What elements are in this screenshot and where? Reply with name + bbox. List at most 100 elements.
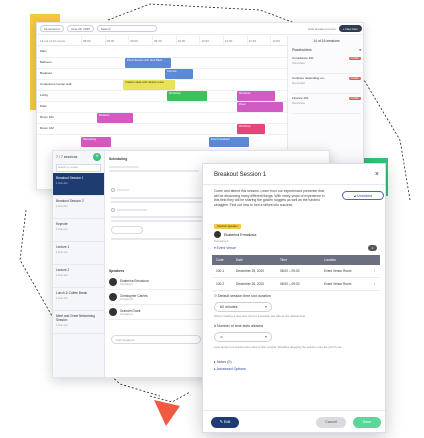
session-slots: 1 time slot xyxy=(56,324,68,327)
table-row[interactable]: 100-2 December 26, 2020 08:00 – 09:00 Event… xyxy=(212,278,380,291)
table-row[interactable]: 100-1 December 25, 2020 08:00 – 09:00 Event… xyxy=(212,265,380,278)
session-list-item[interactable]: Breakout Session 1 1 time slot xyxy=(53,173,104,196)
session-list-item[interactable]: Lecture 1 1 time slot xyxy=(53,242,104,265)
scheduled-event[interactable]: Workshop xyxy=(167,91,207,101)
slots-allowed-text: Number of time slots allowed xyxy=(217,324,264,328)
scheduled-event[interactable]: Breakout xyxy=(97,113,133,123)
chevron-down-icon: ▾ xyxy=(264,334,267,339)
notes-toggle[interactable]: ▸ Notes (0) xyxy=(214,360,232,364)
event-venue-label: Event Venue xyxy=(216,246,236,250)
modal-title: Breakout Session 1 xyxy=(214,172,267,178)
event-venue-toggle[interactable]: ▾ Event Venue xyxy=(214,246,236,250)
session-list-item[interactable]: Breakout Session 2 1 time slot xyxy=(53,196,104,219)
chevron-down-icon: ▾ xyxy=(359,48,361,52)
session-name: Lecture 2 xyxy=(56,268,70,272)
col-date: Date xyxy=(236,258,243,262)
filter-sessions[interactable]: All sessions xyxy=(40,25,64,32)
slots-allowed-value: ∞ xyxy=(220,335,223,339)
time-column-header: 09:00 xyxy=(128,36,152,45)
session-name: Lunch & Coffee Break xyxy=(56,291,88,295)
edit-label: Edit xyxy=(223,420,231,424)
speakers-heading: Speakers xyxy=(109,269,125,273)
time-slot-table: Code Date Time Location 100-1 December 25… xyxy=(212,255,380,291)
slots-allowed-help: Limit amount of session time slots to th… xyxy=(214,345,343,349)
speaker-entry[interactable]: Ekaterina Ermakova xyxy=(214,231,256,238)
chevron-right-icon[interactable]: › xyxy=(374,282,380,286)
room-row[interactable]: Room 101 xyxy=(37,113,287,124)
advanced-options-label: Advanced Options xyxy=(216,367,246,371)
radio-icon xyxy=(111,188,115,192)
room-name: Room 101 xyxy=(40,115,54,119)
session-name: Breakout Session 1 xyxy=(56,176,84,180)
cell-code: 100-2 xyxy=(216,282,225,286)
cell-location: Event Venue Room xyxy=(324,269,352,273)
session-list-item[interactable]: Meet and Greet Networking Session 1 time … xyxy=(53,311,104,334)
avatar xyxy=(214,231,221,238)
room-name: Room 102 xyxy=(40,126,54,130)
scheduled-event[interactable]: Panel Session with Jane Black xyxy=(125,58,171,68)
scheduled-event[interactable]: Panel xyxy=(237,102,283,112)
session-slots: 1 time slot xyxy=(56,297,68,300)
hide-breakout-toggle[interactable]: Hide breakout rooms xyxy=(308,27,336,31)
decorative-triangle xyxy=(154,400,180,426)
session-list-item[interactable]: Keynote 1 time slot xyxy=(53,219,104,242)
placeholder-item[interactable]: Finance 101 Conflict Placeholder xyxy=(292,96,361,114)
add-session-button[interactable]: + xyxy=(93,153,101,161)
speaker-name: Ekaterina Ermakova xyxy=(224,232,257,237)
save-button[interactable]: Save xyxy=(353,417,381,428)
placeholder-item[interactable]: Continue networking on... Conflict Placeho… xyxy=(292,76,361,94)
close-icon[interactable]: × xyxy=(375,171,379,178)
session-search-input[interactable]: Search by session xyxy=(56,164,101,172)
slots-allowed-select[interactable]: ∞ ▾ xyxy=(214,332,272,342)
time-column-header: 08:00 xyxy=(81,36,105,45)
session-list-item[interactable]: Lunch & Coffee Break 1 time slot xyxy=(53,288,104,311)
scheduled-event[interactable]: Workshop xyxy=(237,91,275,101)
session-list-title: 7 / 7 sessions xyxy=(56,155,78,159)
session-slots: 1 time slot xyxy=(56,182,68,185)
time-column-header: 10:30 xyxy=(199,36,223,45)
filter-date[interactable]: June 26, 2020 xyxy=(66,25,94,32)
cell-date: December 26, 2020 xyxy=(236,282,264,286)
new-item-button[interactable]: + New Item xyxy=(338,25,362,32)
rooms-count: 12 out of 12 rooms xyxy=(40,39,66,43)
chevron-right-icon[interactable]: › xyxy=(374,269,380,273)
speaker-name: Graham Grant xyxy=(120,308,141,313)
placeholder-item[interactable]: Compliance 101 Conflict Placeholder xyxy=(292,56,361,74)
unlocked-button[interactable]: 🔓︎ Unlocked xyxy=(342,191,384,200)
conflict-badge: Conflict xyxy=(348,97,361,100)
edit-button[interactable]: ✎ Edit xyxy=(211,417,239,428)
time-column-header: 09:30 xyxy=(152,36,176,45)
default-length-help: When creating a new time slot for a sess… xyxy=(214,314,306,318)
session-name: Breakout Session 2 xyxy=(56,199,84,203)
venue-count-badge: 2 xyxy=(368,245,377,251)
scheduled-event[interactable]: Event Feedback xyxy=(209,137,249,147)
time-column-header: 08:30 xyxy=(104,36,129,45)
scheduled-event[interactable]: Keynote xyxy=(165,69,193,79)
scheduled-event[interactable]: Networking xyxy=(81,137,111,147)
session-name: Keynote xyxy=(56,222,68,226)
unlocked-label: Unlocked xyxy=(357,194,373,198)
scheduler-toolbar: All sessions June 26, 2020 Search Hide b… xyxy=(37,23,363,35)
search-input[interactable]: Search xyxy=(96,25,157,32)
room-row[interactable]: Breakout xyxy=(37,69,287,80)
placeholders-section[interactable]: Placeholders ▾ xyxy=(288,46,363,54)
scheduling-heading: Scheduling xyxy=(109,157,128,161)
breakout-session-modal: Breakout Session 1 × Come and attend thi… xyxy=(202,163,386,433)
slots-select[interactable] xyxy=(111,226,143,234)
avatar xyxy=(109,293,117,301)
cancel-button[interactable]: Cancel xyxy=(316,417,346,428)
room-row[interactable]: Main xyxy=(37,47,287,58)
room-name: Lobby xyxy=(40,93,49,97)
scheduled-event[interactable]: Workshop xyxy=(237,124,265,134)
placeholder-sub: Placeholder xyxy=(292,102,306,105)
default-length-text: Default session time slot duration xyxy=(217,294,271,298)
session-name: Meet and Greet Networking Session xyxy=(56,314,95,322)
add-speakers-input[interactable]: Add speakers xyxy=(111,335,201,344)
scheduled-event[interactable]: Creative ideas with Harrison Lane xyxy=(123,80,175,90)
sessions-count: 14 of 16 sessions xyxy=(313,39,340,43)
slots-allowed-label: # Number of time slots allowed xyxy=(214,324,263,328)
advanced-options-toggle[interactable]: ▸ Advanced Options xyxy=(214,367,246,371)
session-list-item[interactable]: Lecture 2 1 time slot xyxy=(53,265,104,288)
default-length-select[interactable]: 60 minutes ▾ xyxy=(214,302,272,312)
session-slots: 1 time slot xyxy=(56,251,68,254)
